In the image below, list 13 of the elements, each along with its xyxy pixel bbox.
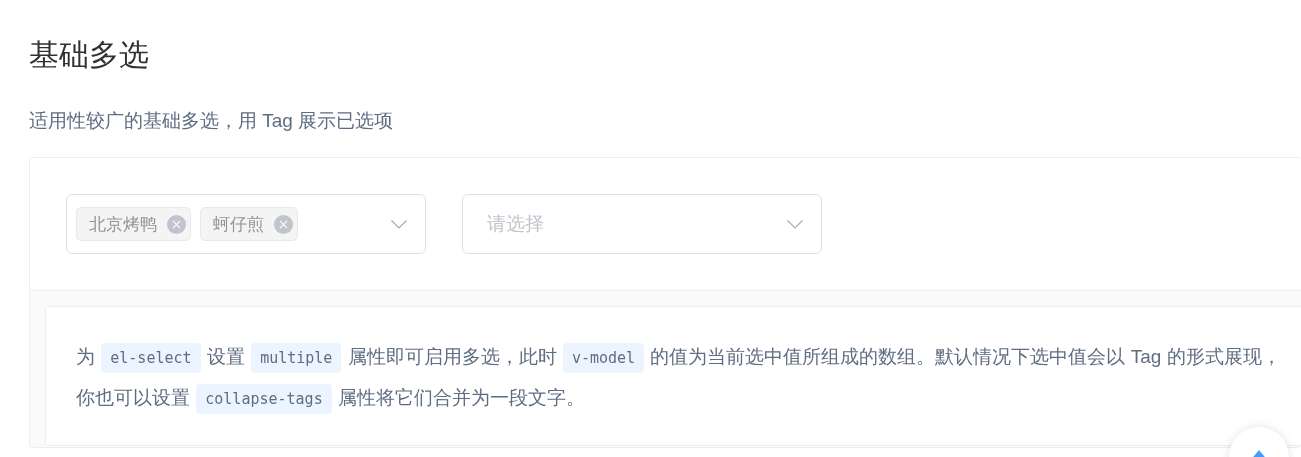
- description-text: 为 el-select 设置 multiple 属性即可启用多选，此时 v-model 的值为当前选中值所组成的数组。默认情况下选中值会以 Tag 的形式展现，你也可以设置 collapse-tags 属性将它们合并为一段文字。: [76, 337, 1294, 419]
- chevron-down-icon: [391, 219, 407, 229]
- select-field[interactable]: 请选择: [462, 194, 822, 254]
- tag-label: 蚵仔煎: [213, 213, 264, 236]
- close-icon[interactable]: [274, 214, 293, 234]
- section-title: 基础多选: [29, 37, 150, 73]
- chevron-down-icon: [787, 219, 803, 229]
- close-icon[interactable]: [167, 214, 186, 234]
- select-field[interactable]: 北京烤鸭 蚵仔煎: [66, 194, 426, 254]
- tag-label: 北京烤鸭: [89, 213, 157, 236]
- caret-up-icon: [1252, 450, 1266, 457]
- placeholder-text: 请选择: [486, 212, 544, 236]
- section-description: 适用性较广的基础多选，用 Tag 展示已选项: [29, 109, 395, 133]
